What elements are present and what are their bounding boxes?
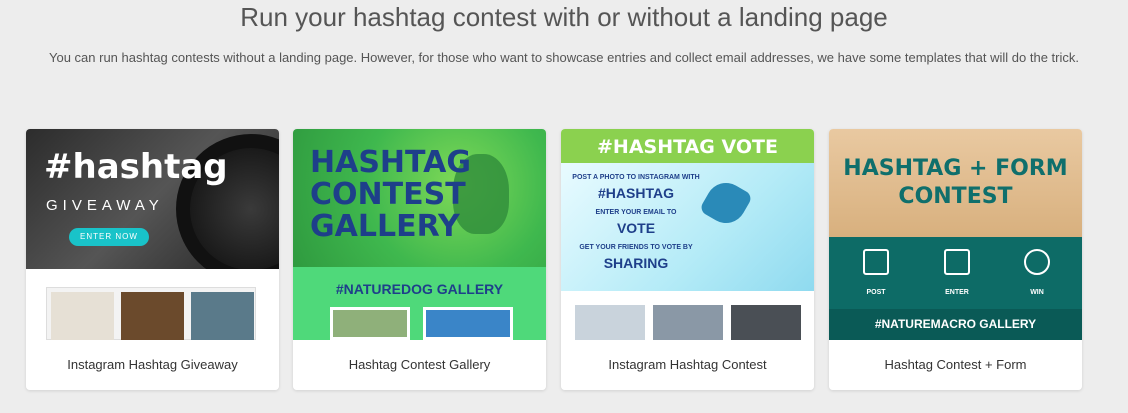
- thumb-line: POST A PHOTO TO INSTAGRAM WITH: [572, 174, 700, 181]
- thumb-subhead: GIVEAWAY: [46, 197, 164, 214]
- template-card-instagram-hashtag-giveaway[interactable]: #hashtag GIVEAWAY ENTER NOW Instagram Ha…: [26, 129, 279, 390]
- template-card-instagram-hashtag-contest[interactable]: #HASHTAG VOTE CONTEST POST A PHOTO TO IN…: [561, 129, 814, 390]
- template-thumbnail: HASHTAG CONTEST GALLERY #NATUREDOG GALLE…: [293, 129, 546, 340]
- page-title: Run your hashtag contest with or without…: [240, 2, 888, 32]
- photo-thumb: [51, 292, 114, 340]
- checkbox-icon: [944, 249, 970, 275]
- page-subtitle: You can run hashtag contests without a l…: [49, 50, 1079, 65]
- photo-thumb: [191, 292, 254, 340]
- thumb-line: SHARING: [603, 255, 669, 271]
- thumb-band-label: #NATUREMACRO GALLERY: [829, 309, 1082, 340]
- thumb-line: HASHTAG: [310, 145, 472, 180]
- template-caption[interactable]: Hashtag Contest Gallery: [293, 340, 546, 390]
- template-caption[interactable]: Instagram Hashtag Giveaway: [26, 340, 279, 390]
- win-label: WIN: [1030, 289, 1044, 296]
- thumb-headline: #HASHTAG VOTE CONTEST: [561, 129, 814, 194]
- photo-thumb: [653, 305, 723, 340]
- template-card-hashtag-contest-gallery[interactable]: HASHTAG CONTEST GALLERY #NATUREDOG GALLE…: [293, 129, 546, 390]
- photo-thumb: [575, 305, 645, 340]
- template-thumbnail: HASHTAG + FORM CONTEST POST ENTER WIN #N…: [829, 129, 1082, 340]
- thumb-line: CONTEST: [310, 177, 466, 212]
- thumb-line: ENTER YOUR EMAIL TO: [595, 209, 677, 216]
- thumb-line: GALLERY: [310, 209, 460, 244]
- photo-thumb: [121, 292, 184, 340]
- thumb-line: CONTEST: [898, 184, 1013, 209]
- photo-thumb: [731, 305, 801, 340]
- thumb-line: VOTE: [616, 220, 656, 236]
- thumb-enter-button: ENTER NOW: [69, 228, 149, 246]
- thumb-line: HASHTAG + FORM: [843, 156, 1068, 181]
- template-thumbnail: #hashtag GIVEAWAY ENTER NOW: [26, 129, 279, 340]
- image-icon: [863, 249, 889, 275]
- photo-thumb: [423, 307, 513, 340]
- thumb-line: GET YOUR FRIENDS TO VOTE BY: [579, 244, 693, 251]
- template-card-hashtag-contest-form[interactable]: HASHTAG + FORM CONTEST POST ENTER WIN #N…: [829, 129, 1082, 390]
- thumb-line: #HASHTAG: [598, 185, 674, 201]
- template-thumbnail: #HASHTAG VOTE CONTEST POST A PHOTO TO IN…: [561, 129, 814, 340]
- thumb-band-label: #NATUREDOG GALLERY: [335, 281, 504, 297]
- enter-label: ENTER: [945, 289, 969, 296]
- photo-strip: [46, 287, 256, 340]
- template-caption[interactable]: Instagram Hashtag Contest: [561, 340, 814, 390]
- post-label: POST: [866, 289, 886, 296]
- template-caption[interactable]: Hashtag Contest + Form: [829, 340, 1082, 390]
- thumb-headline: #hashtag: [44, 147, 228, 187]
- award-icon: [1024, 249, 1050, 275]
- photo-thumb: [330, 307, 410, 340]
